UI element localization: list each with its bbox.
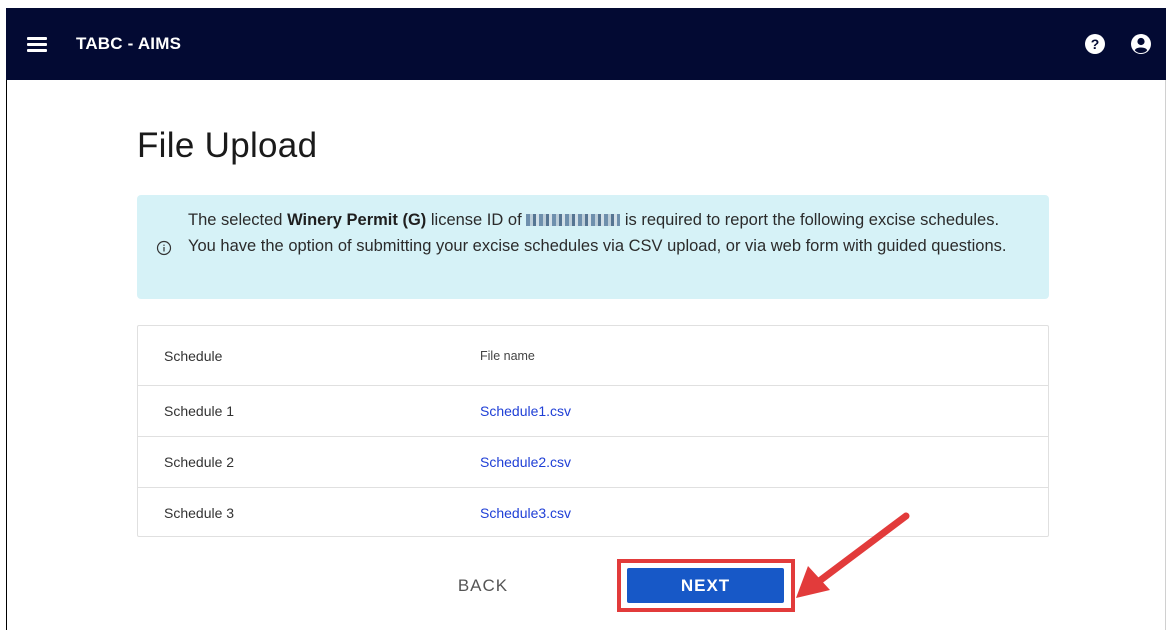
app-title: TABC - AIMS (76, 34, 182, 53)
redacted-license-id (526, 214, 621, 226)
info-icon (156, 238, 172, 256)
info-alert: The selected Winery Permit (G) license I… (137, 195, 1049, 299)
schedule-name: Schedule 2 (164, 454, 235, 470)
top-margin (0, 0, 1169, 8)
hamburger-menu-icon[interactable] (27, 34, 51, 54)
column-header-file-name: File name (480, 348, 535, 363)
file-link[interactable]: Schedule1.csv (480, 403, 571, 419)
next-button[interactable]: NEXT (627, 568, 784, 603)
back-button[interactable]: BACK (440, 568, 526, 604)
file-link[interactable]: Schedule3.csv (480, 505, 571, 521)
info-text-part-1: The selected (188, 211, 288, 229)
help-circle-icon[interactable]: ? (1084, 33, 1106, 55)
left-border (6, 8, 7, 630)
column-header-schedule: Schedule (164, 347, 223, 364)
callout-arrow-icon (796, 512, 910, 598)
app-bar: TABC - AIMS ? (6, 8, 1166, 80)
svg-text:?: ? (1091, 36, 1100, 52)
schedule-name: Schedule 1 (164, 403, 235, 419)
table-row: Schedule 2 Schedule2.csv (138, 437, 1048, 488)
table-row: Schedule 1 Schedule1.csv (138, 386, 1048, 437)
license-type: Winery Permit (G) (287, 211, 427, 229)
schedule-name: Schedule 3 (164, 504, 235, 521)
app-bar-actions: ? (1060, 33, 1152, 55)
right-border (1165, 8, 1166, 630)
info-message: The selected Winery Permit (G) license I… (188, 207, 1018, 259)
file-link[interactable]: Schedule2.csv (480, 454, 571, 470)
account-circle-icon[interactable] (1130, 33, 1152, 55)
table-header-row: Schedule File name (138, 326, 1048, 386)
schedules-table: Schedule File name Schedule 1 Schedule1.… (137, 325, 1049, 537)
page-title: File Upload (137, 126, 318, 165)
info-text-part-2: license ID of (426, 211, 527, 229)
